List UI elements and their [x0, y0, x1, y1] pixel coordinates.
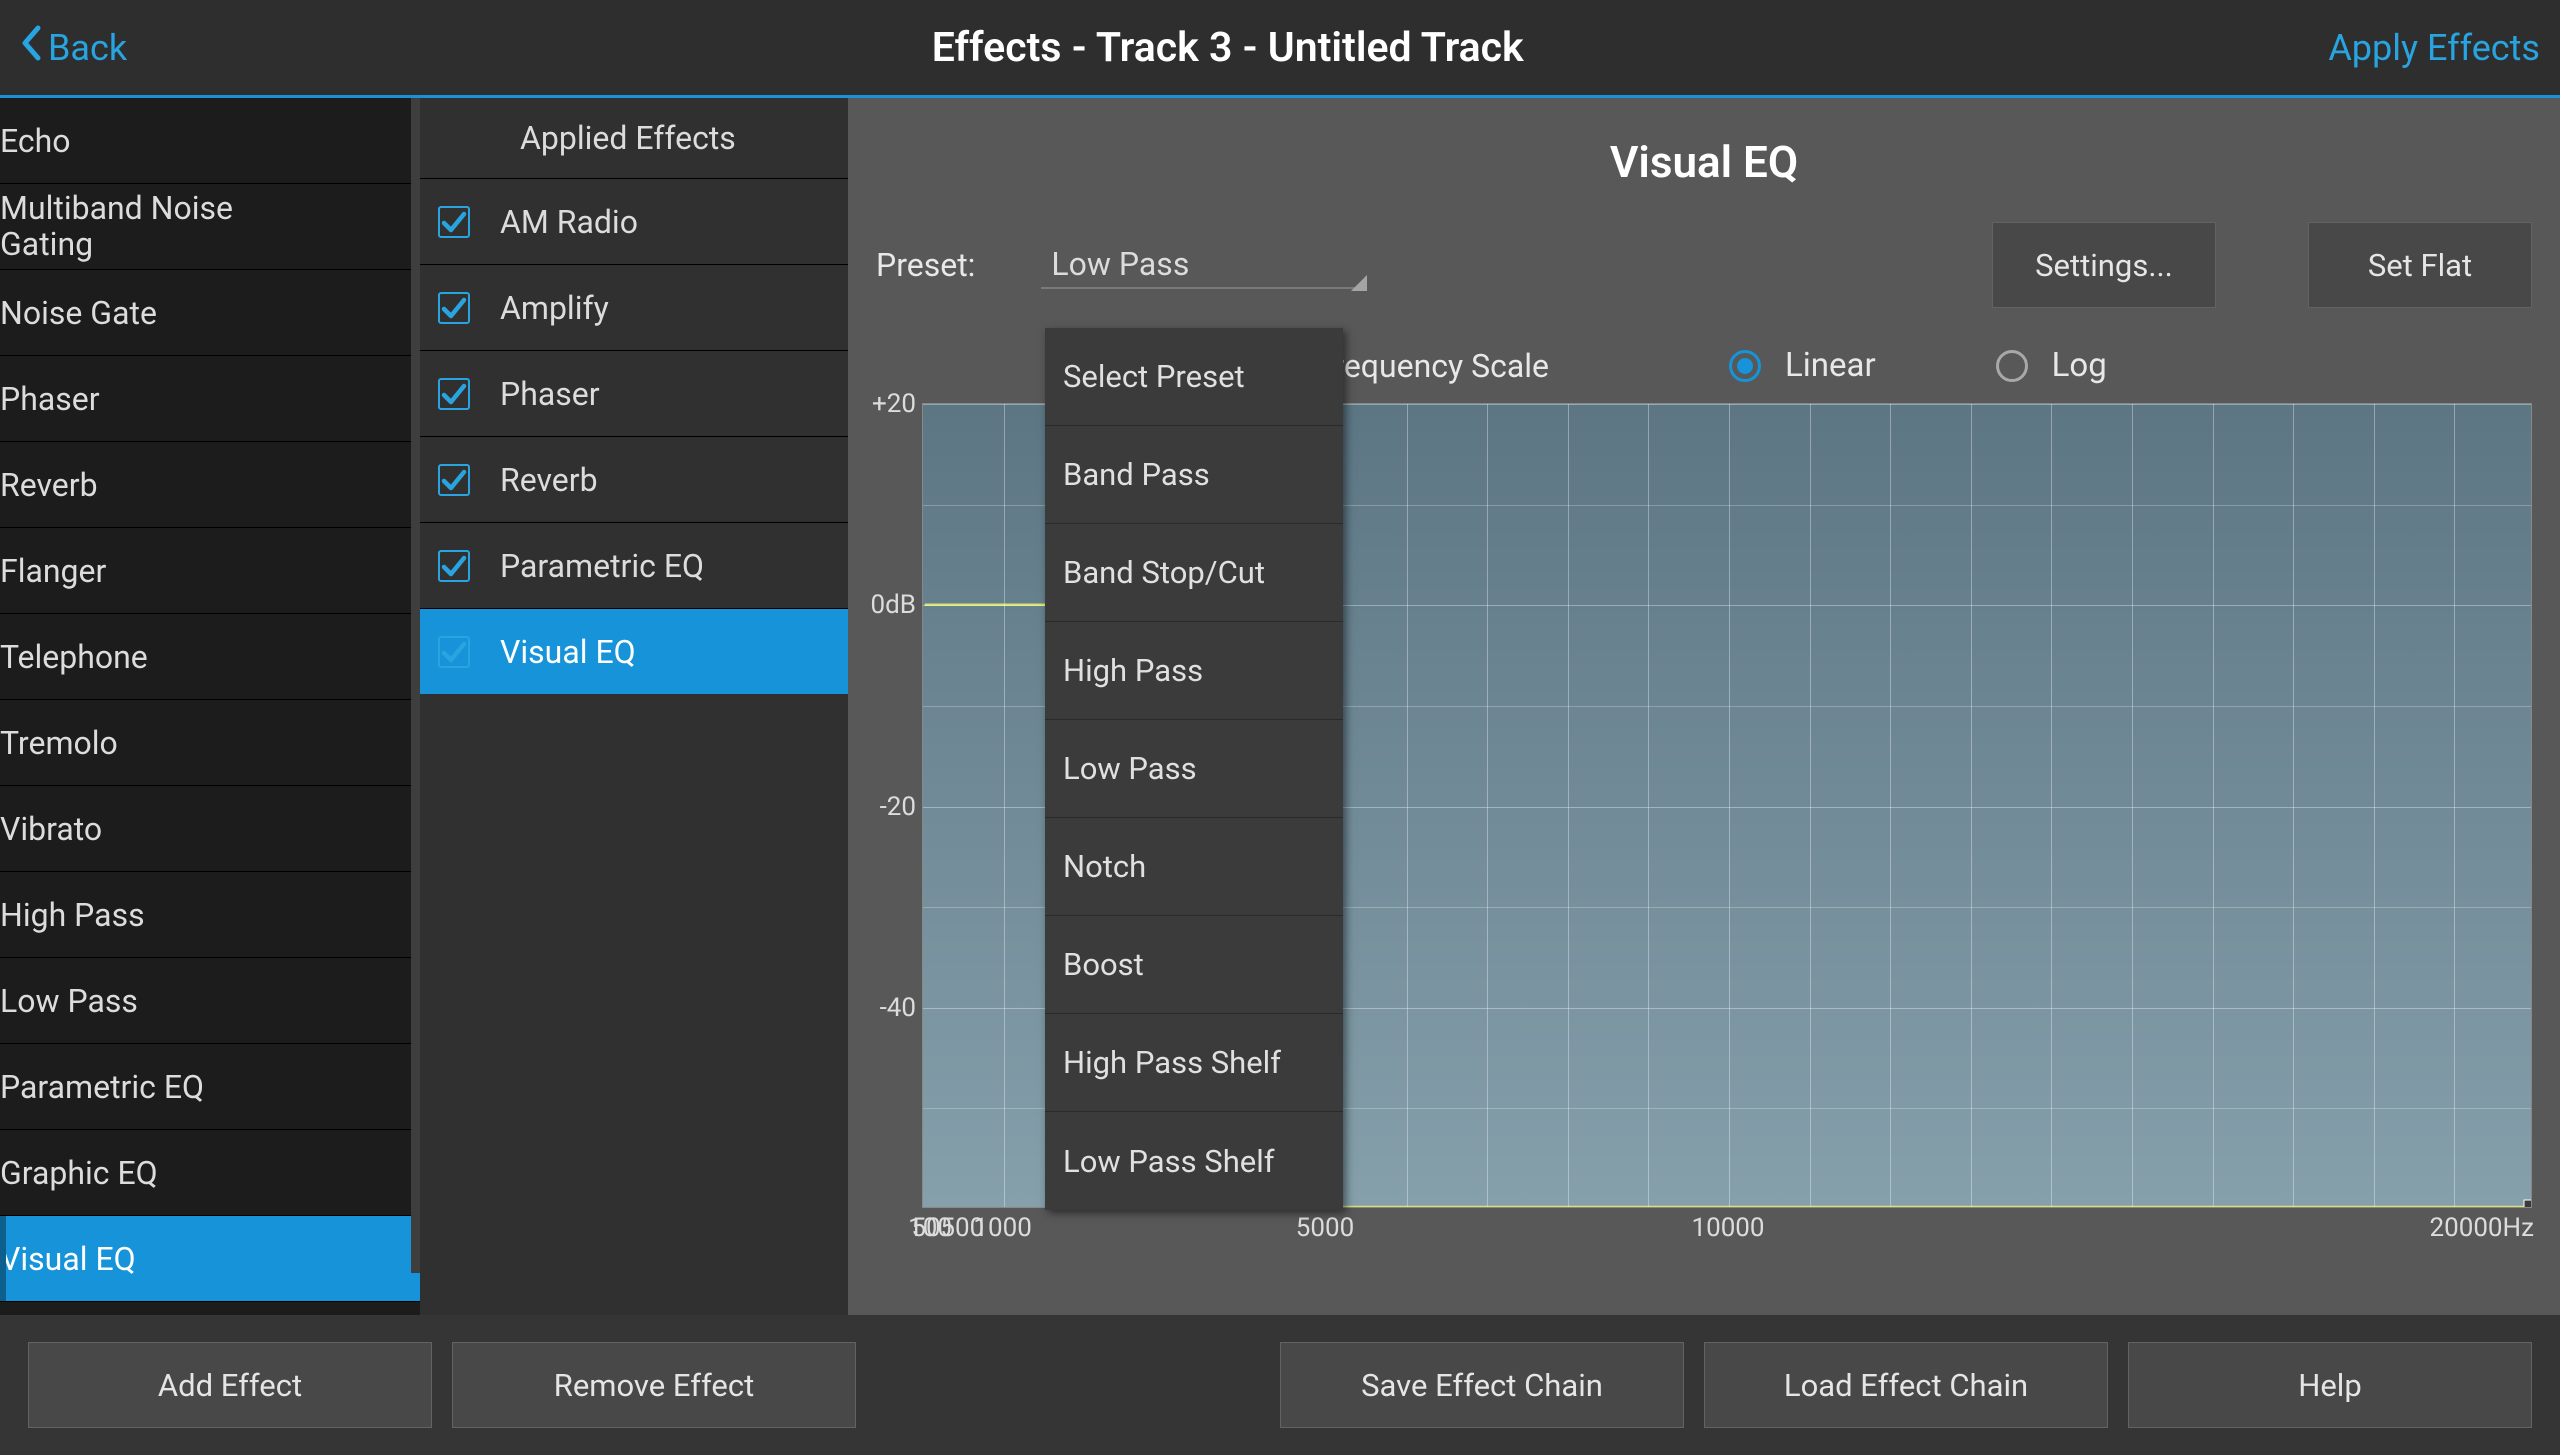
- preset-current-value: Low Pass: [1051, 245, 1189, 283]
- dropdown-item-select-preset[interactable]: Select Preset: [1045, 328, 1343, 426]
- sidebar-item-multiband-noise-gating[interactable]: Multiband NoiseGating: [0, 184, 420, 270]
- dropdown-item-high-pass-shelf[interactable]: High Pass Shelf: [1045, 1014, 1343, 1112]
- checkbox-icon[interactable]: [438, 550, 470, 582]
- applied-item-label: Visual EQ: [500, 633, 636, 671]
- back-label: Back: [48, 27, 127, 69]
- checkbox-icon[interactable]: [438, 292, 470, 324]
- sidebar-item-label: Multiband NoiseGating: [0, 191, 233, 261]
- sidebar-item-label: Echo: [0, 122, 71, 160]
- settings-button[interactable]: Settings...: [1992, 222, 2216, 308]
- add-effect-button[interactable]: Add Effect: [28, 1342, 432, 1428]
- sidebar-item-label: Flanger: [0, 552, 106, 590]
- sidebar-item-high-pass[interactable]: High Pass: [0, 872, 420, 958]
- sidebar-item-label: Vibrato: [0, 810, 102, 848]
- remove-effect-button[interactable]: Remove Effect: [452, 1342, 856, 1428]
- sidebar-item-parametric-eq[interactable]: Parametric EQ: [0, 1044, 420, 1130]
- sidebar-item-label: Visual EQ: [0, 1240, 136, 1278]
- dropdown-item-boost[interactable]: Boost: [1045, 916, 1343, 1014]
- effect-title: Visual EQ: [876, 136, 2532, 188]
- checkbox-icon[interactable]: [438, 378, 470, 410]
- back-button[interactable]: Back: [20, 25, 127, 70]
- sidebar-item-vibrato[interactable]: Vibrato: [0, 786, 420, 872]
- sidebar-item-label: Tremolo: [0, 724, 118, 762]
- sidebar-item-label: Low Pass: [0, 982, 138, 1020]
- radio-linear-label: Linear: [1785, 346, 1876, 385]
- sidebar-item-label: Phaser: [0, 380, 100, 418]
- graph-y-axis: +200dB-20-40: [876, 403, 922, 1208]
- dropdown-triangle-icon: [1351, 275, 1367, 291]
- applied-item-phaser[interactable]: Phaser: [420, 350, 848, 436]
- bottom-bar: Add Effect Remove Effect Save Effect Cha…: [0, 1315, 2560, 1455]
- dropdown-item-band-pass[interactable]: Band Pass: [1045, 426, 1343, 524]
- sidebar-item-flanger[interactable]: Flanger: [0, 528, 420, 614]
- applied-item-label: Phaser: [500, 375, 600, 413]
- radio-circle-icon: [1996, 350, 2028, 382]
- sidebar-item-echo[interactable]: Echo: [0, 98, 420, 184]
- applied-item-reverb[interactable]: Reverb: [420, 436, 848, 522]
- checkbox-icon[interactable]: [438, 206, 470, 238]
- applied-item-visual-eq[interactable]: Visual EQ: [420, 608, 848, 694]
- frequency-scale-label: Frequency Scale: [1316, 347, 1549, 385]
- help-button[interactable]: Help: [2128, 1342, 2532, 1428]
- sidebar-item-label: Parametric EQ: [0, 1068, 204, 1106]
- sidebar-item-label: Graphic EQ: [0, 1154, 158, 1192]
- dropdown-item-notch[interactable]: Notch: [1045, 818, 1343, 916]
- sidebar-item-noise-gate[interactable]: Noise Gate: [0, 270, 420, 356]
- preset-row: Preset: Low Pass Settings... Set Flat: [876, 222, 2532, 308]
- chevron-left-icon: [20, 25, 42, 70]
- sidebar-item-graphic-eq[interactable]: Graphic EQ: [0, 1130, 420, 1216]
- sidebar-scroll-indicator[interactable]: [411, 98, 420, 1273]
- dropdown-item-high-pass[interactable]: High Pass: [1045, 622, 1343, 720]
- sidebar-item-label: Reverb: [0, 466, 98, 504]
- sidebar-item-reverb[interactable]: Reverb: [0, 442, 420, 528]
- applied-item-amplify[interactable]: Amplify: [420, 264, 848, 350]
- graph-x-axis: 50100500100050001000020000Hz: [922, 1213, 2532, 1245]
- sidebar-item-visual-eq[interactable]: Visual EQ: [0, 1216, 420, 1302]
- radio-linear[interactable]: Linear: [1729, 346, 1876, 385]
- applied-item-label: AM Radio: [500, 203, 638, 241]
- sidebar-item-tremolo[interactable]: Tremolo: [0, 700, 420, 786]
- effects-list[interactable]: Echo Multiband NoiseGating Noise Gate Phase…: [0, 98, 420, 1315]
- preset-label: Preset:: [876, 246, 975, 284]
- applied-item-parametric-eq[interactable]: Parametric EQ: [420, 522, 848, 608]
- apply-effects-button[interactable]: Apply Effects: [2328, 27, 2540, 69]
- sidebar-item-phaser[interactable]: Phaser: [0, 356, 420, 442]
- radio-log[interactable]: Log: [1996, 346, 2107, 385]
- sidebar-item-low-pass[interactable]: Low Pass: [0, 958, 420, 1044]
- applied-item-label: Amplify: [500, 289, 609, 327]
- dropdown-item-band-stop-cut[interactable]: Band Stop/Cut: [1045, 524, 1343, 622]
- applied-effects-list: AM Radio Amplify Phaser Reverb Parametric EQ…: [420, 178, 848, 694]
- top-bar: Back Effects - Track 3 - Untitled Track …: [0, 0, 2560, 98]
- checkbox-icon[interactable]: [438, 636, 470, 668]
- save-effect-chain-button[interactable]: Save Effect Chain: [1280, 1342, 1684, 1428]
- applied-effects-column: Applied Effects AM Radio Amplify Phaser Rev…: [420, 98, 848, 1315]
- sidebar-item-label: Telephone: [0, 638, 148, 676]
- load-effect-chain-button[interactable]: Load Effect Chain: [1704, 1342, 2108, 1428]
- radio-circle-icon: [1729, 350, 1761, 382]
- radio-log-label: Log: [2052, 346, 2107, 385]
- sidebar-item-label: High Pass: [0, 896, 145, 934]
- applied-effects-header: Applied Effects: [420, 98, 848, 178]
- sidebar-item-label: Noise Gate: [0, 294, 157, 332]
- checkbox-icon[interactable]: [438, 464, 470, 496]
- page-title: Effects - Track 3 - Untitled Track: [932, 24, 1524, 72]
- dropdown-item-low-pass-shelf[interactable]: Low Pass Shelf: [1045, 1112, 1343, 1210]
- dropdown-item-low-pass[interactable]: Low Pass: [1045, 720, 1343, 818]
- applied-item-label: Reverb: [500, 461, 598, 499]
- applied-item-am-radio[interactable]: AM Radio: [420, 178, 848, 264]
- set-flat-button[interactable]: Set Flat: [2308, 222, 2532, 308]
- sidebar-item-telephone[interactable]: Telephone: [0, 614, 420, 700]
- preset-dropdown-menu[interactable]: Select PresetBand PassBand Stop/CutHigh …: [1045, 328, 1343, 1210]
- applied-item-label: Parametric EQ: [500, 547, 704, 585]
- preset-dropdown[interactable]: Low Pass: [1041, 241, 1361, 289]
- effects-sidebar: Echo Multiband NoiseGating Noise Gate Phase…: [0, 98, 420, 1315]
